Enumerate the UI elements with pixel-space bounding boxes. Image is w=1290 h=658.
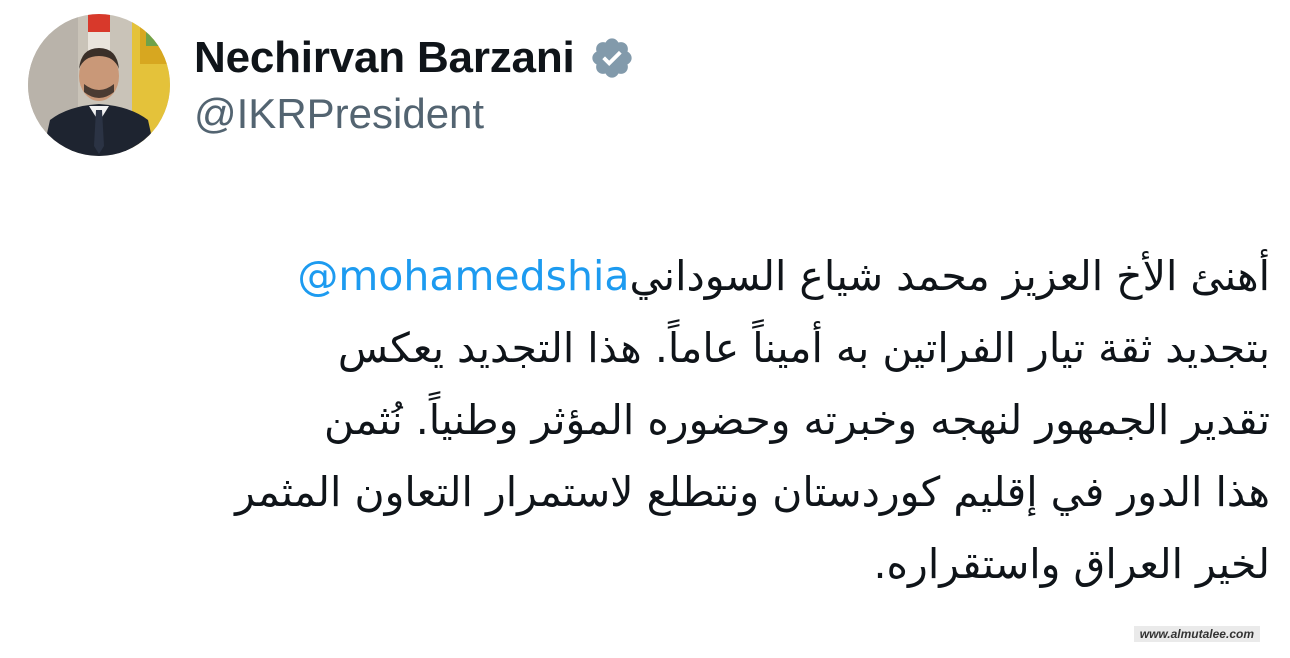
avatar-photo	[28, 14, 170, 156]
avatar[interactable]	[28, 14, 170, 156]
tweet-line-4: هذا الدور في إقليم كوردستان ونتطلع لاستم…	[235, 468, 1270, 516]
tweet-card: Nechirvan Barzani @IKRPresident أهنئ الأ…	[0, 0, 1290, 658]
tweet-line-1: أهنئ الأخ العزيز محمد شياع السوداني@moha…	[30, 240, 1270, 312]
mention-link[interactable]: @mohamedshia	[297, 252, 629, 300]
watermark: www.almutalee.com	[1133, 626, 1260, 642]
author-display-name[interactable]: Nechirvan Barzani	[194, 33, 575, 83]
tweet-text: أهنئ الأخ العزيز محمد شياع السوداني@moha…	[30, 240, 1270, 600]
tweet-line-5: لخير العراق واستقراره.	[873, 540, 1271, 588]
author-handle[interactable]: @IKRPresident	[194, 90, 484, 138]
tweet-line-1-text: أهنئ الأخ العزيز محمد شياع السوداني	[629, 252, 1271, 300]
verified-badge-icon[interactable]	[589, 35, 635, 81]
author-name-row: Nechirvan Barzani	[194, 28, 635, 88]
tweet-line-3: تقدير الجمهور لنهجه وخبرته وحضوره المؤثر…	[324, 396, 1270, 444]
tweet-line-2: بتجديد ثقة تيار الفراتين به أميناً عاماً…	[337, 324, 1270, 372]
